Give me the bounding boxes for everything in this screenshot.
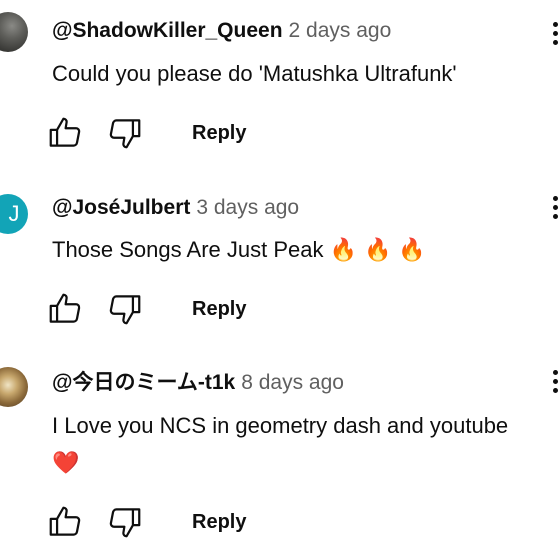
timestamp[interactable]: 3 days ago [196, 196, 299, 219]
thumbs-down-icon[interactable] [106, 114, 144, 152]
comment-text: Could you please do 'Matushka Ultrafunk' [52, 61, 457, 86]
comment-actions: Reply [46, 503, 306, 543]
reply-button[interactable]: Reply [192, 509, 246, 535]
comment-text: Those Songs Are Just Peak 🔥 🔥 🔥 [52, 236, 426, 265]
thumbs-down-icon[interactable] [106, 290, 144, 328]
thumbs-up-icon[interactable] [46, 503, 84, 541]
fire-emoji: 🔥 🔥 🔥 [329, 238, 426, 263]
avatar[interactable] [0, 367, 28, 407]
avatar[interactable] [0, 12, 28, 52]
comment-actions: Reply [46, 114, 306, 154]
comment-text: I Love you NCS in geometry dash and yout… [52, 413, 509, 438]
comment-header: @ShadowKiller_Queen 2 days ago [52, 18, 391, 44]
timestamp[interactable]: 8 days ago [241, 371, 344, 394]
thumbs-up-icon[interactable] [46, 114, 84, 152]
comments-section: @ShadowKiller_Queen 2 days ago Could you … [0, 0, 560, 560]
comment-text-body: Those Songs Are Just Peak [52, 237, 324, 262]
comment-header: @今日のミーム-t1k 8 days ago [52, 370, 344, 396]
author-handle[interactable]: @ShadowKiller_Queen [52, 19, 283, 42]
author-handle[interactable]: @JoséJulbert [52, 196, 190, 219]
heart-emoji: ❤️ [52, 451, 80, 476]
comment-header: @JoséJulbert 3 days ago [52, 195, 299, 221]
author-handle[interactable]: @今日のミーム-t1k [52, 371, 235, 394]
avatar[interactable]: J [0, 194, 28, 234]
more-vert-icon[interactable] [553, 196, 559, 223]
comment-actions: Reply [46, 290, 306, 330]
more-vert-icon[interactable] [553, 22, 559, 49]
thumbs-down-icon[interactable] [106, 503, 144, 541]
reply-button[interactable]: Reply [192, 296, 246, 322]
reply-button[interactable]: Reply [192, 120, 246, 146]
more-vert-icon[interactable] [553, 370, 559, 397]
timestamp[interactable]: 2 days ago [289, 19, 392, 42]
avatar-letter: J [8, 201, 20, 226]
thumbs-up-icon[interactable] [46, 290, 84, 328]
